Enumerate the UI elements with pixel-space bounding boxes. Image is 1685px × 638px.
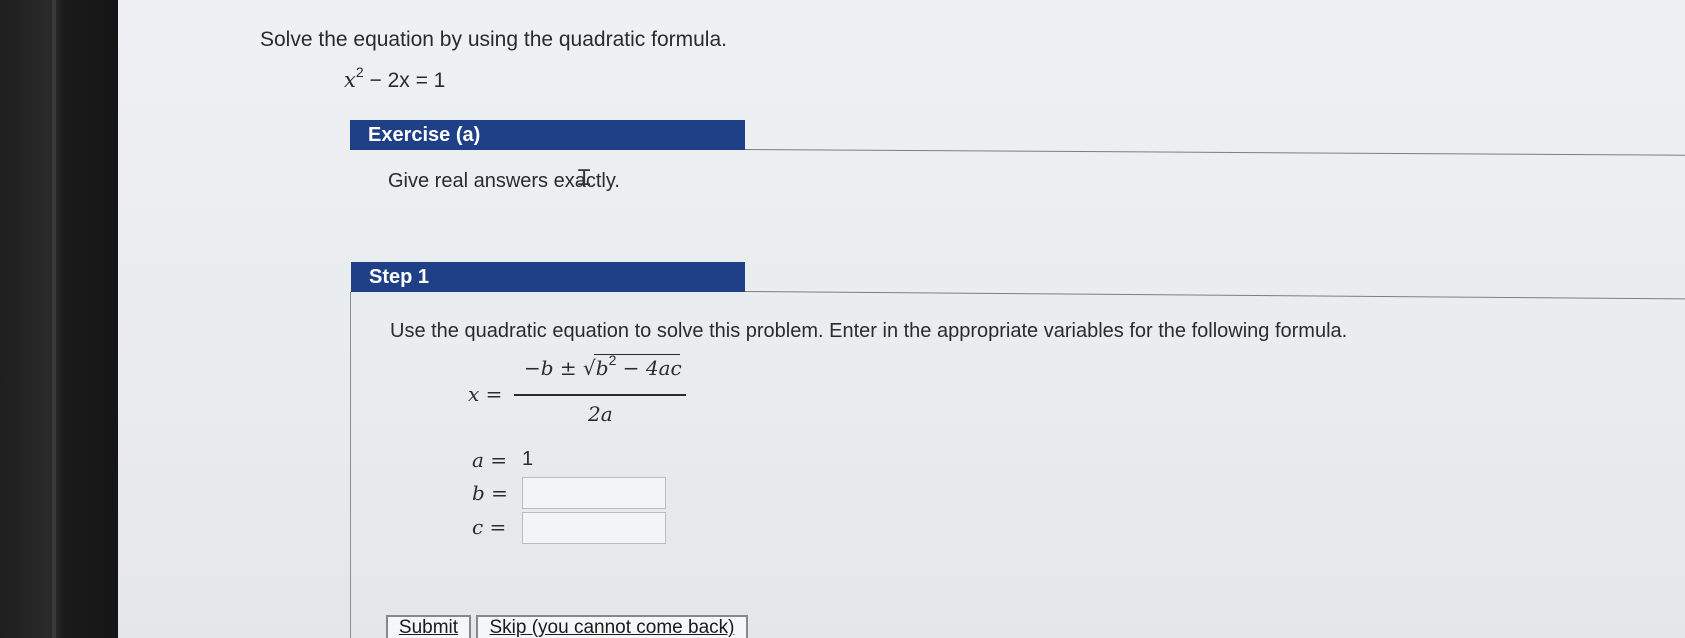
screen: Solve the equation by using the quadrati… xyxy=(118,0,1685,638)
step-divider xyxy=(744,291,1685,300)
monitor-bezel xyxy=(0,0,118,638)
exercise-header: Exercise (a) xyxy=(350,120,745,150)
equation-rest: − 2x = 1 xyxy=(363,69,446,92)
sqrt-vinculum xyxy=(594,354,680,355)
formula-radicand-rest: − 4ac xyxy=(616,356,682,380)
text-cursor-icon: Ɪ xyxy=(578,166,591,191)
formula-lhs: x = xyxy=(468,382,502,407)
variable-b-label: b = xyxy=(472,481,508,506)
equation-exponent: 2 xyxy=(355,64,364,80)
equation-variable: x xyxy=(344,68,356,92)
fraction-line xyxy=(514,394,686,396)
step-border xyxy=(350,292,351,638)
step-header: Step 1 xyxy=(351,262,745,292)
formula-denominator: 2a xyxy=(588,402,613,427)
variable-c-label: c = xyxy=(472,515,506,540)
submit-button[interactable]: Submit xyxy=(386,615,471,638)
variable-a-label: a = xyxy=(472,448,507,473)
variable-a-value: 1 xyxy=(522,448,534,470)
question-prompt: Solve the equation by using the quadrati… xyxy=(260,28,727,51)
skip-button[interactable]: Skip (you cannot come back) xyxy=(476,615,748,638)
variable-b-input[interactable] xyxy=(522,477,666,509)
variable-b-label-text: b = xyxy=(472,481,508,505)
variable-c-label-text: c = xyxy=(472,515,507,539)
formula-numerator: −b ± √b2 − 4ac xyxy=(524,352,682,381)
bezel-edge xyxy=(52,0,56,638)
exercise-divider xyxy=(744,149,1685,156)
formula-radicand: b xyxy=(595,356,609,380)
step-instruction: Use the quadratic equation to solve this… xyxy=(390,320,1348,342)
formula-lhs-text: x = xyxy=(468,382,503,406)
variable-a-label-text: a = xyxy=(472,448,508,472)
question-equation: x2 − 2x = 1 xyxy=(344,64,446,93)
formula-numerator-text: −b ± √ xyxy=(524,356,596,380)
formula-denominator-text: 2a xyxy=(588,402,613,426)
variable-c-input[interactable] xyxy=(522,512,666,544)
